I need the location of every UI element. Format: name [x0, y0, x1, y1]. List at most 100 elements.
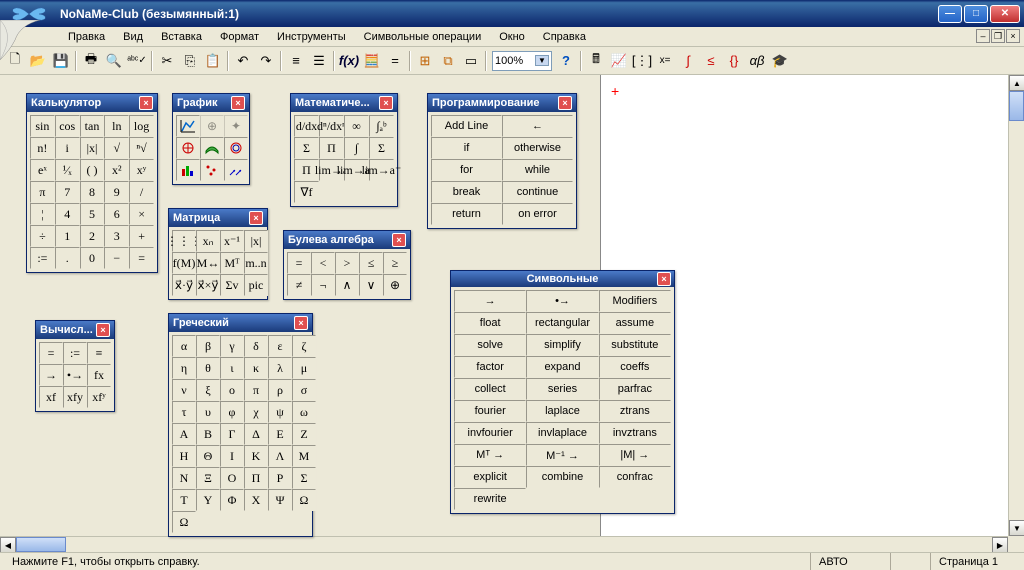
polar-plot-icon[interactable] — [176, 137, 200, 159]
calculator-button[interactable]: xʸ — [129, 159, 154, 181]
evaluation-button[interactable]: = — [39, 342, 63, 364]
calculator-button[interactable]: ¦ — [30, 203, 55, 225]
calculator-button[interactable]: := — [30, 247, 55, 269]
matrix-button[interactable]: f(M) — [172, 252, 196, 274]
calculus-palette-icon[interactable]: ∫ — [677, 50, 699, 72]
greek-button[interactable]: μ — [292, 357, 316, 379]
trace-icon[interactable]: ✦ — [224, 115, 248, 137]
scroll-right-icon[interactable]: ▶ — [992, 537, 1008, 553]
programming-button[interactable]: for — [431, 159, 502, 181]
matrix-button[interactable]: x⃗×y⃗ — [196, 274, 220, 296]
bar3d-icon[interactable] — [176, 159, 200, 181]
menu-tools[interactable]: Инструменты — [269, 29, 354, 45]
zoom-dropdown-icon[interactable]: ▼ — [535, 55, 549, 66]
xy-plot-icon[interactable] — [176, 115, 200, 137]
matrix-button[interactable]: Mᵀ — [220, 252, 244, 274]
boolean-button[interactable]: > — [335, 252, 359, 274]
reference-icon[interactable]: ⧉ — [437, 50, 459, 72]
calculator-button[interactable]: 9 — [104, 181, 129, 203]
symbolic-button[interactable]: float — [454, 312, 526, 334]
calculator-button[interactable]: |x| — [80, 137, 105, 159]
calculator-button[interactable]: = — [129, 247, 154, 269]
calculator-button[interactable]: i — [55, 137, 80, 159]
matrix-button[interactable]: ⋮⋮⋮ — [172, 230, 196, 252]
menu-format[interactable]: Формат — [212, 29, 267, 45]
scroll-left-icon[interactable]: ◀ — [0, 537, 16, 553]
calculus-button[interactable]: lim→a⁻ — [369, 159, 394, 181]
calculus-button[interactable]: d/dx — [294, 115, 319, 137]
calculator-button[interactable]: ( ) — [80, 159, 105, 181]
greek-button[interactable]: Ι — [220, 445, 244, 467]
evaluation-palette[interactable]: Вычисл...× =:=≡→•→fxxfxfyxfʸ — [35, 320, 115, 412]
vector-plot-icon[interactable] — [224, 159, 248, 181]
greek-button[interactable]: ρ — [268, 379, 292, 401]
programming-button[interactable]: continue — [502, 181, 573, 203]
matrix-button[interactable]: |x| — [244, 230, 268, 252]
calculator-button[interactable]: ÷ — [30, 225, 55, 247]
unit-icon[interactable]: 🧮 — [361, 50, 383, 72]
close-icon[interactable]: × — [657, 272, 671, 286]
matrix-palette[interactable]: Матрица× ⋮⋮⋮xₙx⁻¹|x|f(M)M↔Mᵀm..nx⃗·y⃗x⃗×… — [168, 208, 268, 300]
boolean-palette[interactable]: Булева алгебра× =<>≤≥≠¬∧∨⊕ — [283, 230, 411, 300]
greek-button[interactable]: υ — [196, 401, 220, 423]
greek-button[interactable]: β — [196, 335, 220, 357]
preview-icon[interactable]: 🔍 — [103, 50, 125, 72]
print-icon[interactable]: 🖶 — [80, 50, 102, 72]
menu-edit[interactable]: Правка — [60, 29, 113, 45]
programming-button[interactable]: on error — [502, 203, 573, 225]
close-icon[interactable]: × — [139, 96, 153, 110]
close-icon[interactable]: × — [249, 211, 263, 225]
matrix-button[interactable]: pic — [244, 274, 268, 296]
calculator-button[interactable]: 7 — [55, 181, 80, 203]
greek-button[interactable]: ξ — [196, 379, 220, 401]
calculator-palette-icon[interactable]: 🖩 — [585, 50, 607, 72]
greek-button[interactable]: σ — [292, 379, 316, 401]
evaluation-button[interactable]: xfʸ — [87, 386, 111, 408]
greek-button[interactable]: γ — [220, 335, 244, 357]
greek-button[interactable]: ν — [172, 379, 196, 401]
paste-icon[interactable]: 📋 — [202, 50, 224, 72]
surface-plot-icon[interactable] — [200, 137, 224, 159]
copy-icon[interactable]: ⎘ — [179, 50, 201, 72]
graph-palette-icon[interactable]: 📈 — [608, 50, 630, 72]
symbolic-button[interactable]: rewrite — [454, 488, 526, 510]
greek-button[interactable]: Λ — [268, 445, 292, 467]
greek-button[interactable]: Φ — [220, 489, 244, 511]
horizontal-scrollbar[interactable]: ◀ ▶ — [0, 536, 1008, 552]
evaluation-button[interactable]: fx — [87, 364, 111, 386]
symbolic-button[interactable]: series — [526, 378, 598, 400]
evaluation-button[interactable]: := — [63, 342, 87, 364]
calculator-button[interactable]: ⁿ√ — [129, 137, 154, 159]
greek-button[interactable]: η — [172, 357, 196, 379]
calculator-button[interactable]: √ — [104, 137, 129, 159]
symbolic-button[interactable]: rectangular — [526, 312, 598, 334]
menu-window[interactable]: Окно — [491, 29, 533, 45]
greek-button[interactable]: Α — [172, 423, 196, 445]
scroll-down-icon[interactable]: ▼ — [1009, 520, 1024, 536]
vertical-scrollbar[interactable]: ▲ ▼ — [1008, 75, 1024, 536]
calculator-button[interactable]: n! — [30, 137, 55, 159]
greek-button[interactable]: Δ — [244, 423, 268, 445]
calculator-button[interactable]: − — [104, 247, 129, 269]
menu-view[interactable]: Вид — [115, 29, 151, 45]
matrix-button[interactable]: M↔ — [196, 252, 220, 274]
calculator-palette[interactable]: Калькулятор× sincostanlnlogn!i|x|√ⁿ√eˣ¹⁄… — [26, 93, 158, 273]
greek-button[interactable]: Η — [172, 445, 196, 467]
greek-button[interactable]: Κ — [244, 445, 268, 467]
symbolic-button[interactable]: coeffs — [599, 356, 671, 378]
calculus-button[interactable]: ∞ — [344, 115, 369, 137]
cut-icon[interactable]: ✂ — [156, 50, 178, 72]
greek-button[interactable]: α — [172, 335, 196, 357]
close-icon[interactable]: × — [558, 96, 572, 110]
symbolic-button[interactable]: simplify — [526, 334, 598, 356]
redo-icon[interactable]: ↷ — [255, 50, 277, 72]
greek-button[interactable]: κ — [244, 357, 268, 379]
matrix-button[interactable]: x⁻¹ — [220, 230, 244, 252]
boolean-button[interactable]: < — [311, 252, 335, 274]
contour-plot-icon[interactable] — [224, 137, 248, 159]
greek-button[interactable]: ω — [292, 401, 316, 423]
greek-button[interactable]: Θ — [196, 445, 220, 467]
matrix-button[interactable]: x⃗·y⃗ — [172, 274, 196, 296]
greek-button[interactable]: ι — [220, 357, 244, 379]
calculator-button[interactable]: tan — [80, 115, 105, 137]
